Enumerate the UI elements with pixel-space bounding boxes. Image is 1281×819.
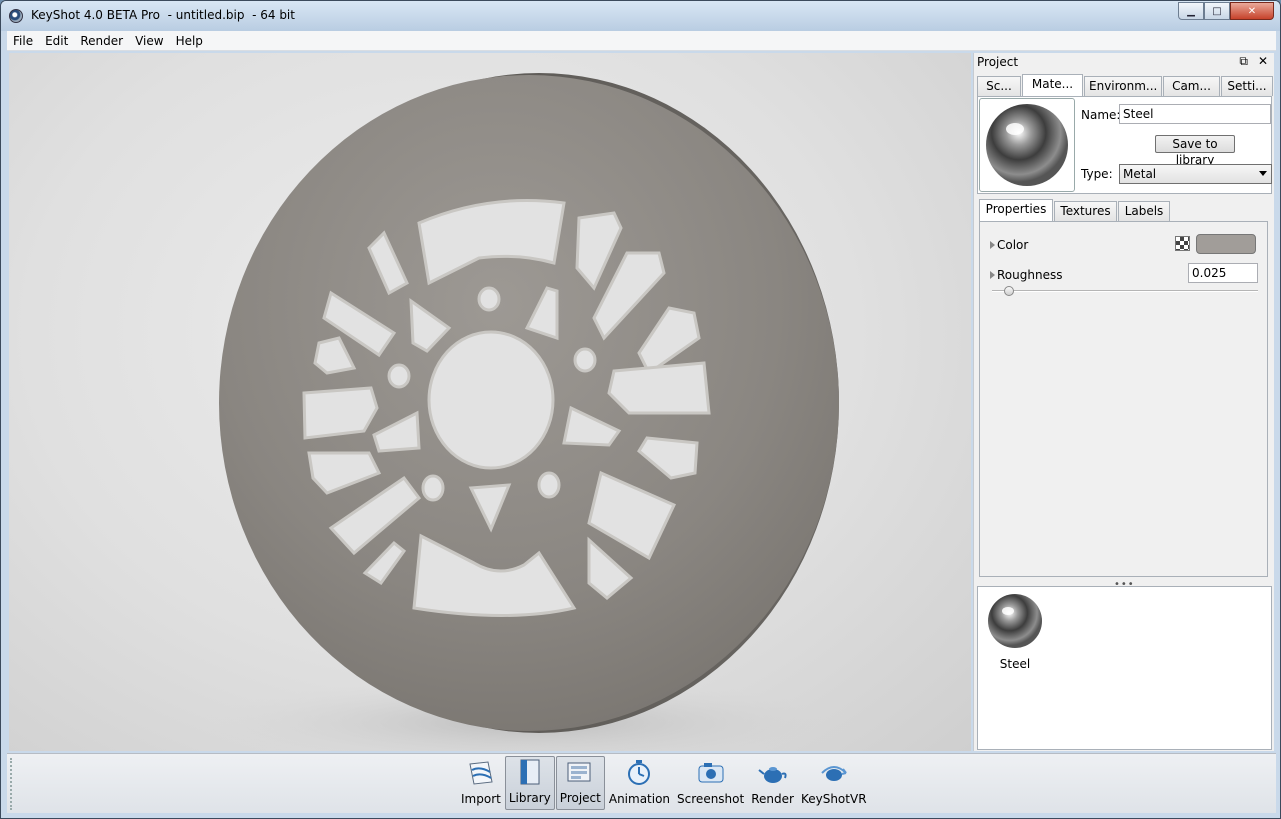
- library-label: Library: [508, 791, 551, 805]
- roughness-property-row[interactable]: Roughness: [990, 268, 1062, 282]
- expand-triangle-icon[interactable]: [990, 271, 995, 279]
- tab-settings[interactable]: Setti...: [1221, 76, 1273, 96]
- menu-file[interactable]: File: [7, 34, 39, 48]
- menu-edit[interactable]: Edit: [39, 34, 74, 48]
- minimize-button[interactable]: ▁: [1178, 2, 1204, 20]
- roughness-input[interactable]: 0.025: [1188, 263, 1258, 283]
- project-button[interactable]: Project: [555, 756, 605, 810]
- material-preview[interactable]: [979, 98, 1075, 192]
- tab-scene[interactable]: Sc...: [977, 76, 1021, 96]
- rotor-bolt-hole: [573, 347, 597, 373]
- keyshot-app-icon[interactable]: [9, 9, 23, 23]
- color-swatch[interactable]: [1196, 234, 1256, 254]
- render-button[interactable]: Render: [748, 756, 797, 810]
- screenshot-button[interactable]: Screenshot: [674, 756, 747, 810]
- close-panel-icon[interactable]: ✕: [1258, 54, 1268, 69]
- screenshot-icon: [698, 763, 724, 783]
- project-panel-title: Project: [977, 55, 1019, 69]
- maximize-button[interactable]: □: [1204, 2, 1230, 20]
- rotor-center-hole: [427, 330, 555, 470]
- animation-icon: [628, 760, 651, 785]
- tab-textures[interactable]: Textures: [1054, 201, 1117, 221]
- render-viewport[interactable]: [9, 53, 971, 751]
- rotor-bolt-hole: [537, 471, 561, 499]
- project-panel-header: Project ⧉ ✕: [974, 53, 1274, 71]
- tab-camera[interactable]: Cam...: [1163, 76, 1220, 96]
- material-name-label: Name:: [1081, 108, 1121, 122]
- float-panel-icon[interactable]: ⧉: [1239, 54, 1248, 69]
- menu-render[interactable]: Render: [74, 34, 129, 48]
- main-toolbar: Import Library Project Animation Screens…: [7, 753, 1276, 813]
- window-title: KeyShot 4.0 BETA Pro - untitled.bip - 64…: [31, 8, 295, 22]
- material-name-input[interactable]: Steel: [1119, 104, 1271, 124]
- menu-bar: File Edit Render View Help: [7, 31, 1276, 51]
- scene-materials-list: Steel: [977, 586, 1272, 750]
- color-property-row[interactable]: Color: [990, 238, 1028, 252]
- library-icon: [520, 759, 540, 785]
- toolbar-grip[interactable]: [10, 758, 13, 810]
- material-type-select[interactable]: Metal: [1119, 164, 1272, 184]
- import-icon: [469, 761, 493, 785]
- window-controls: ▁ □ ✕: [1178, 2, 1274, 20]
- tab-material[interactable]: Mate...: [1022, 74, 1083, 96]
- roughness-slider-track[interactable]: [992, 290, 1258, 292]
- properties-body: Color Roughness 0.025: [979, 221, 1268, 577]
- project-label: Project: [559, 791, 601, 805]
- tab-environment[interactable]: Environm...: [1084, 76, 1162, 96]
- steel-sphere-icon: [988, 594, 1042, 648]
- texture-checker-icon[interactable]: [1175, 236, 1190, 251]
- render-label: Render: [751, 792, 794, 806]
- menu-help[interactable]: Help: [170, 34, 209, 48]
- material-type-value: Metal: [1123, 167, 1157, 181]
- rotor-bolt-hole: [477, 286, 501, 312]
- steel-material-thumbnail[interactable]: [986, 592, 1044, 650]
- title-bar[interactable]: KeyShot 4.0 BETA Pro - untitled.bip - 64…: [1, 1, 1280, 31]
- roughness-slider-thumb[interactable]: [1004, 286, 1014, 296]
- menu-view[interactable]: View: [129, 34, 169, 48]
- material-type-label: Type:: [1081, 167, 1113, 181]
- project-icon: [567, 762, 591, 782]
- steel-material-label: Steel: [999, 657, 1031, 671]
- material-sub-tabs: Properties Textures Labels: [979, 199, 1171, 221]
- project-panel: Project ⧉ ✕ Sc... Mate... Environm... Ca…: [973, 53, 1274, 751]
- import-button[interactable]: Import: [458, 756, 504, 810]
- screenshot-label: Screenshot: [677, 792, 745, 806]
- save-to-library-button[interactable]: Save to library: [1155, 135, 1235, 167]
- keyshot-window: KeyShot 4.0 BETA Pro - untitled.bip - 64…: [0, 0, 1281, 819]
- animation-button[interactable]: Animation: [606, 756, 673, 810]
- rotor-bolt-hole: [421, 474, 445, 502]
- keyshotvr-icon: [821, 766, 847, 781]
- rotor-bolt-hole: [387, 363, 411, 389]
- project-tabs: Sc... Mate... Environm... Cam... Setti..…: [977, 74, 1274, 96]
- dropdown-arrow-icon: [1259, 171, 1267, 176]
- tab-labels[interactable]: Labels: [1118, 201, 1170, 221]
- expand-triangle-icon[interactable]: [990, 241, 995, 249]
- close-window-button[interactable]: ✕: [1230, 2, 1274, 20]
- library-button[interactable]: Library: [504, 756, 555, 810]
- import-label: Import: [461, 792, 501, 806]
- rotor-window: [607, 361, 711, 415]
- brake-rotor-render[interactable]: [9, 53, 971, 751]
- steel-sphere-icon: [986, 104, 1068, 186]
- animation-label: Animation: [608, 792, 671, 806]
- color-label: Color: [997, 238, 1029, 252]
- keyshotvr-label: KeyShotVR: [800, 792, 867, 806]
- material-header: Name: Steel Save to library Type: Metal: [977, 96, 1272, 194]
- render-teapot-icon: [757, 767, 787, 783]
- keyshotvr-button[interactable]: KeyShotVR: [798, 756, 870, 810]
- roughness-label: Roughness: [997, 268, 1063, 282]
- tab-properties[interactable]: Properties: [979, 199, 1053, 221]
